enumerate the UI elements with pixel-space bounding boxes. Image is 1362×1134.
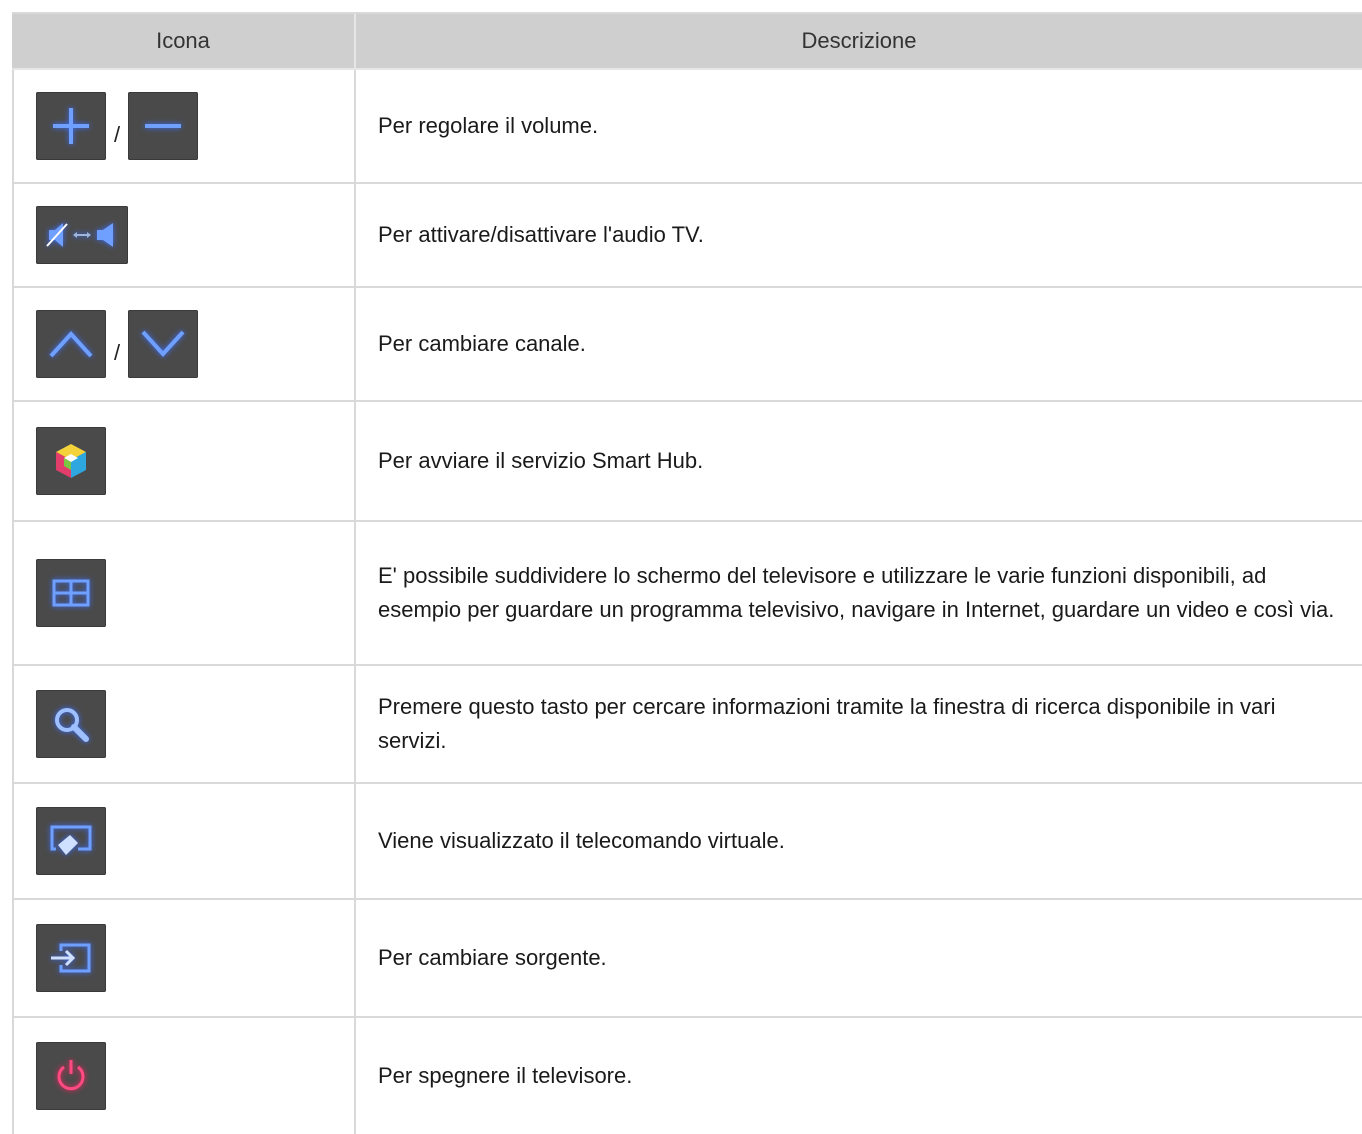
icon-cell [12,784,356,898]
mute-toggle-icon [46,223,113,247]
table-header: Icona Descrizione [12,14,1362,70]
icon-cell [12,522,356,664]
table-row: Premere questo tasto per cercare informa… [12,666,1362,784]
virtual-remote-icon [50,825,92,855]
icon-cell [12,402,356,520]
table-row: / Per regolare il volume. [12,70,1362,184]
table-row: E' possibile suddividere lo schermo del … [12,522,1362,666]
icon-cell: / [12,70,356,182]
power-icon [57,1060,85,1091]
icon-cell [12,1018,356,1134]
description-cell: Per regolare il volume. [378,113,599,138]
description-cell: Per avviare il servizio Smart Hub. [378,448,704,473]
power-button[interactable] [36,1042,106,1110]
multi-screen-button[interactable] [36,559,106,627]
channel-up-button[interactable] [36,310,106,378]
smart-hub-button[interactable] [36,427,106,495]
plus-icon [53,108,89,144]
description-cell: Per attivare/disattivare l'audio TV. [378,222,704,247]
description-cell: Viene visualizzato il telecomando virtua… [378,828,785,853]
icon-cell [12,184,356,286]
description-cell: Per spegnere il televisore. [378,1063,633,1088]
table-row: Per spegnere il televisore. [12,1018,1362,1134]
icon-cell: / [12,288,356,400]
header-icon-column: Icona [12,14,356,68]
source-button[interactable] [36,924,106,992]
description-cell: E' possibile suddividere lo schermo del … [378,563,1335,622]
multi-screen-icon [52,579,90,607]
channel-down-button[interactable] [128,310,199,378]
separator: / [114,122,121,147]
table-row: Per attivare/disattivare l'audio TV. [12,184,1362,288]
table-row: Per cambiare sorgente. [12,900,1362,1018]
volume-down-button[interactable] [128,92,199,160]
table-row: Viene visualizzato il telecomando virtua… [12,784,1362,900]
icon-cell [12,666,356,782]
description-cell: Per cambiare canale. [378,331,586,356]
description-cell: Per cambiare sorgente. [378,945,607,970]
volume-up-button[interactable] [36,92,106,160]
chevron-down-icon [141,330,185,357]
minus-icon [145,124,182,128]
virtual-remote-button[interactable] [36,807,106,875]
table-row: Per avviare il servizio Smart Hub. [12,402,1362,522]
separator: / [114,340,121,365]
description-cell: Premere questo tasto per cercare informa… [378,694,1276,753]
header-description-column: Descrizione [801,28,917,53]
chevron-up-icon [49,331,93,358]
icon-cell [12,900,356,1016]
smart-hub-icon [56,444,86,478]
table-row: / Per cambiare canale. [12,288,1362,402]
source-icon [51,943,91,973]
controls-table: Icona Descrizione / Per regolare il volu… [12,12,1362,1134]
search-icon [55,708,89,742]
mute-button[interactable] [36,206,128,264]
search-button[interactable] [36,690,106,758]
